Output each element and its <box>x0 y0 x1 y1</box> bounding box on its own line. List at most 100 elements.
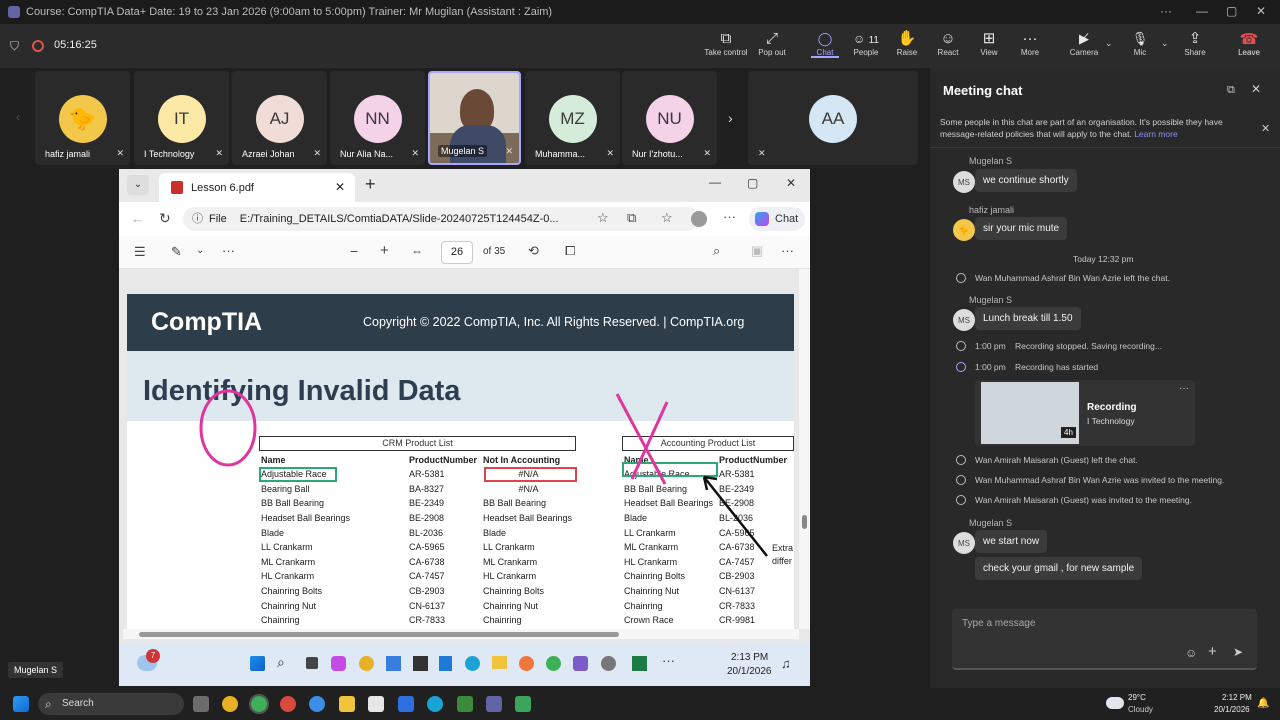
camera-button[interactable]: ▶̸ Camera <box>1061 30 1107 57</box>
dismiss-notice-icon[interactable]: ✕ <box>1261 122 1270 135</box>
browser-tab[interactable]: Lesson 6.pdf ✕ <box>159 173 355 202</box>
url-field[interactable]: ⓘ File E:/Training_DETAILS/ComtiaDATA/Sl… <box>183 207 699 231</box>
participant-tile[interactable]: 🐤 hafiz jamali ✕ <box>35 71 130 165</box>
word-icon[interactable] <box>413 656 428 671</box>
participant-tile-active-speaker[interactable]: Mugelan S ✕ <box>428 71 521 165</box>
favorites-icon[interactable]: ☆ <box>661 210 673 226</box>
chrome-icon[interactable] <box>546 656 561 671</box>
excel-icon[interactable] <box>632 656 647 671</box>
participant-tile[interactable]: NU Nur I'zhotu... ✕ <box>622 71 717 165</box>
react-button[interactable]: ☺ React <box>925 30 971 57</box>
profile-avatar[interactable] <box>691 211 707 227</box>
recording-more-icon[interactable]: ··· <box>1179 383 1189 394</box>
attach-plus-icon[interactable]: + <box>1208 643 1217 660</box>
zoom-out-icon[interactable]: − <box>350 243 358 259</box>
file-explorer-icon[interactable] <box>339 696 355 712</box>
leave-button[interactable]: ☎ Leave <box>1228 30 1270 57</box>
emoji-icon[interactable]: ☺ <box>1185 646 1197 660</box>
rotate-icon[interactable]: ⟲ <box>528 243 539 259</box>
participant-tile[interactable]: IT I Technology ✕ <box>134 71 229 165</box>
message-input[interactable]: Type a message <box>962 618 1035 629</box>
app-icon[interactable] <box>386 656 401 671</box>
chrome-icon[interactable] <box>359 656 374 671</box>
fit-page-icon[interactable]: ⇔ <box>411 244 423 258</box>
chrome-icon[interactable] <box>222 696 238 712</box>
copilot-chat-button[interactable]: Chat <box>749 207 805 231</box>
app-icon[interactable] <box>515 696 531 712</box>
app-icon[interactable] <box>457 696 473 712</box>
chat-message[interactable]: we start now <box>975 530 1048 553</box>
windows-start-icon[interactable] <box>13 696 29 712</box>
zoom-in-icon[interactable]: + <box>380 242 389 259</box>
camera-chevron-down-icon[interactable]: ⌄ <box>1105 38 1113 49</box>
file-explorer-icon[interactable] <box>492 656 507 669</box>
send-icon[interactable]: ➤ <box>1233 645 1243 659</box>
pdf-settings-icon[interactable]: ··· <box>781 243 794 258</box>
close-tab-icon[interactable]: ✕ <box>335 180 345 194</box>
page-view-icon[interactable]: ⧠ <box>565 243 575 259</box>
settings-icon[interactable] <box>601 656 616 671</box>
horizontal-scrollbar[interactable] <box>123 629 799 639</box>
overflow-icon[interactable]: ··· <box>662 653 675 668</box>
edge-icon[interactable] <box>427 696 443 712</box>
browser-close-icon[interactable]: ✕ <box>786 176 796 190</box>
search-icon[interactable]: ⌕ <box>277 654 285 671</box>
scroll-right-icon[interactable]: › <box>728 110 733 126</box>
highlight-icon[interactable]: ✎ <box>171 244 182 260</box>
browser-minimize-icon[interactable]: — <box>709 175 721 189</box>
scroll-left-icon[interactable]: ‹ <box>16 110 20 124</box>
mic-button[interactable]: 🎙 Mic <box>1117 30 1163 57</box>
notification-bell-icon[interactable]: 🔔 <box>1257 698 1269 709</box>
favorite-star-icon[interactable]: ☆ <box>597 210 609 226</box>
teams-icon[interactable] <box>486 696 502 712</box>
highlight-chevron-down-icon[interactable]: ⌄ <box>196 245 204 256</box>
save-icon[interactable]: ▣ <box>751 243 763 259</box>
minimize-button[interactable]: — <box>1196 4 1208 18</box>
more-options-icon[interactable]: ··· <box>1160 4 1172 18</box>
task-view-icon[interactable] <box>306 657 318 669</box>
learn-more-link[interactable]: Learn more <box>1134 129 1177 139</box>
chat-message[interactable]: we continue shortly <box>975 169 1077 192</box>
take-control-button[interactable]: ⧉ Take control <box>703 30 749 57</box>
people-button[interactable]: ☺ 11 People <box>843 30 889 57</box>
taskbar-search-box[interactable]: ⌕ Search <box>38 693 184 715</box>
chrome-icon[interactable] <box>280 696 296 712</box>
windows-start-icon[interactable] <box>250 656 265 671</box>
raise-hand-button[interactable]: ✋ Raise <box>884 30 930 57</box>
view-button[interactable]: ⊞ View <box>966 30 1012 57</box>
chrome-icon[interactable] <box>249 694 269 714</box>
scrollbar-thumb[interactable] <box>802 515 807 529</box>
document-icon[interactable] <box>439 656 452 671</box>
contents-icon[interactable]: ☰ <box>134 244 146 260</box>
edge-icon[interactable] <box>465 656 480 671</box>
message-compose-box[interactable]: Type a message ☺ + ➤ <box>952 609 1257 670</box>
task-view-icon[interactable] <box>193 696 209 712</box>
notifications-bell-icon[interactable]: ♫ <box>781 656 791 671</box>
share-button[interactable]: ⇪ Share <box>1172 30 1218 57</box>
chat-message[interactable]: Lunch break till 1.50 <box>975 307 1081 330</box>
page-number-input[interactable]: 26 <box>441 241 473 264</box>
recording-card[interactable]: 4h Recording I Technology ··· <box>975 380 1195 446</box>
browser-menu-icon[interactable]: ··· <box>723 209 736 224</box>
search-pdf-icon[interactable]: ⌕ <box>713 243 720 259</box>
notepad-icon[interactable] <box>368 696 384 712</box>
maximize-button[interactable]: ▢ <box>1226 4 1237 18</box>
pop-out-button[interactable]: ⤢ Pop out <box>749 30 795 57</box>
refresh-icon[interactable]: ↻ <box>159 210 171 227</box>
clock-time[interactable]: 2:12 PM <box>1222 693 1252 702</box>
mic-chevron-down-icon[interactable]: ⌄ <box>1161 38 1169 49</box>
vertical-scrollbar[interactable] <box>799 269 810 629</box>
participant-tile[interactable]: AJ Azraei Johan ✕ <box>232 71 327 165</box>
copilot-taskbar-icon[interactable] <box>331 656 346 671</box>
pop-out-chat-icon[interactable]: ⧉ <box>1227 84 1235 97</box>
chat-message[interactable]: check your gmail , for new sample <box>975 557 1143 580</box>
chat-button[interactable]: ◯ Chat <box>802 30 848 58</box>
chat-message[interactable]: sir your mic mute <box>975 217 1068 240</box>
tab-list-chevron-icon[interactable]: ⌄ <box>127 175 149 195</box>
participant-tile[interactable]: NN Nur Alia Na... ✕ <box>330 71 425 165</box>
weather-temperature[interactable]: 29°C <box>1128 693 1146 702</box>
firefox-icon[interactable] <box>519 656 534 671</box>
participant-tile[interactable]: MZ Muhamma... ✕ <box>525 71 620 165</box>
more-button[interactable]: ··· More <box>1007 30 1053 57</box>
participant-tile[interactable]: AA ✕ <box>748 71 918 165</box>
